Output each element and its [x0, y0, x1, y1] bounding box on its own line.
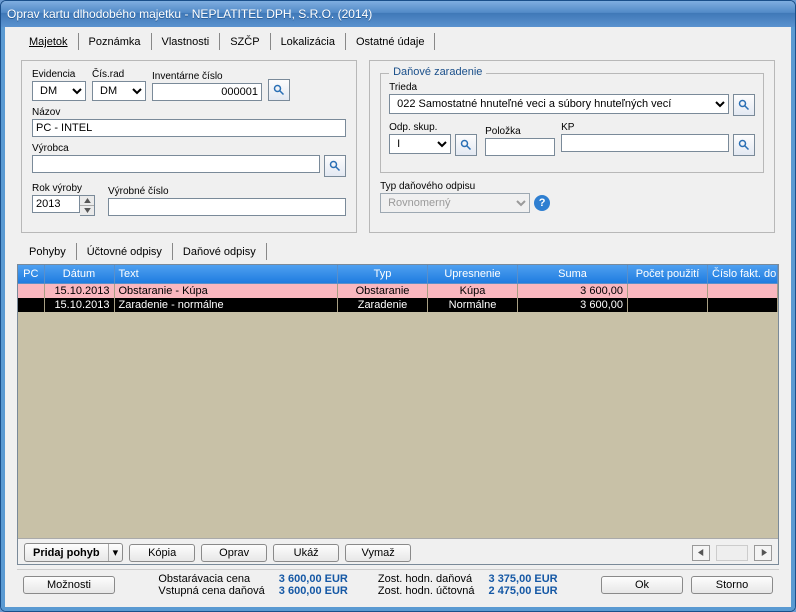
window-title: Oprav kartu dlhodobého majetku - NEPLATI… [7, 7, 372, 21]
input-inventarne[interactable] [152, 83, 262, 101]
value-zostuct: 2 475,00 EUR [489, 585, 558, 597]
label-typodpisu: Typ daňového odpisu [380, 181, 550, 192]
lookup-inventarne[interactable] [268, 79, 290, 101]
col-typ[interactable]: Typ [338, 265, 428, 284]
scroll-left-button[interactable] [692, 545, 710, 561]
button-ok[interactable]: Ok [601, 576, 683, 594]
lookup-odpskup[interactable] [455, 134, 477, 156]
tab-uctovne-odpisy[interactable]: Účtovné odpisy [77, 243, 173, 260]
spinner-rokvyroby[interactable] [80, 195, 95, 216]
button-ukaz[interactable]: Ukáž [273, 544, 339, 562]
tab-poznamka[interactable]: Poznámka [79, 33, 152, 50]
label-evidencia: Evidencia [32, 69, 86, 80]
select-evidencia[interactable]: DM [32, 81, 86, 101]
grid: PC Dátum Text Typ Upresnenie Suma Počet … [17, 264, 779, 565]
help-icon[interactable]: ? [534, 195, 550, 211]
top-panels: Evidencia DM Čís.rad DM Inventárne číslo [17, 54, 779, 241]
titlebar: Oprav kartu dlhodobého majetku - NEPLATI… [1, 1, 795, 27]
tab-pohyby[interactable]: Pohyby [19, 243, 77, 260]
scroll-track[interactable] [716, 545, 748, 561]
chevron-up-icon[interactable] [80, 196, 94, 206]
label-vstupna: Vstupná cena daňová [158, 585, 264, 597]
input-nazov[interactable] [32, 119, 346, 137]
label-zostuct: Zost. hodn. účtovná [378, 585, 475, 597]
label-polozka: Položka [485, 126, 555, 137]
label-odpskup: Odp. skup. [389, 122, 479, 133]
chevron-down-icon[interactable] [80, 206, 94, 215]
client-area: Majetok Poznámka Vlastnosti SZČP Lokaliz… [1, 27, 795, 611]
select-typodpisu: Rovnomerný [380, 193, 530, 213]
button-pridaj-pohyb[interactable]: Pridaj pohyb ▾ [24, 543, 123, 562]
search-icon [738, 99, 750, 111]
search-icon [273, 84, 285, 96]
tab-danove-odpisy[interactable]: Daňové odpisy [173, 243, 267, 260]
grid-empty-area [18, 312, 778, 538]
col-text[interactable]: Text [114, 265, 338, 284]
lookup-kp[interactable] [733, 134, 755, 156]
col-pc[interactable]: PC [18, 265, 44, 284]
label-inventarne: Inventárne číslo [152, 71, 262, 82]
input-polozka[interactable] [485, 138, 555, 156]
label-kp: KP [561, 122, 755, 133]
tab-majetok[interactable]: Majetok [19, 33, 79, 50]
button-storno[interactable]: Storno [691, 576, 773, 594]
button-kopia[interactable]: Kópia [129, 544, 195, 562]
table-row[interactable]: 15.10.2013 Obstaranie - Kúpa Obstaranie … [18, 284, 778, 299]
label-nazov: Názov [32, 107, 346, 118]
panel-right: Daňové zaradenie Trieda 022 Samostatné h… [369, 60, 775, 233]
grid-table[interactable]: PC Dátum Text Typ Upresnenie Suma Počet … [18, 265, 778, 312]
lookup-trieda[interactable] [733, 94, 755, 116]
lookup-vyrobca[interactable] [324, 155, 346, 177]
search-icon [329, 160, 341, 172]
label-zostdan: Zost. hodn. daňová [378, 573, 475, 585]
col-fakt[interactable]: Číslo fakt. dokladu [708, 265, 778, 284]
label-vyrobca: Výrobca [32, 143, 346, 154]
legend-danove: Daňové zaradenie [389, 66, 486, 78]
select-trieda[interactable]: 022 Samostatné hnuteľné veci a súbory hn… [389, 94, 729, 114]
label-cisrad: Čís.rad [92, 69, 146, 80]
select-odpskup[interactable]: I [389, 134, 451, 154]
value-zostdan: 3 375,00 EUR [489, 573, 558, 585]
fieldset-danove-zaradenie: Daňové zaradenie Trieda 022 Samostatné h… [380, 73, 764, 173]
search-icon [460, 139, 472, 151]
col-upresnenie[interactable]: Upresnenie [428, 265, 518, 284]
label-vyrobnecislo: Výrobné číslo [108, 186, 346, 197]
input-kp[interactable] [561, 134, 729, 152]
summary: Obstarávacia cena 3 600,00 EUR Vstupná c… [125, 573, 591, 597]
col-pocet[interactable]: Počet použití [628, 265, 708, 284]
search-icon [738, 139, 750, 151]
tab-lokalizacia[interactable]: Lokalizácia [271, 33, 346, 50]
select-cisrad[interactable]: DM [92, 81, 146, 101]
tabstrip-middle: Pohyby Účtovné odpisy Daňové odpisy [17, 243, 779, 260]
tab-vlastnosti[interactable]: Vlastnosti [152, 33, 221, 50]
label-obstaravacia: Obstarávacia cena [158, 573, 264, 585]
panel-left: Evidencia DM Čís.rad DM Inventárne číslo [21, 60, 357, 233]
label-rokvyroby: Rok výroby [32, 183, 102, 194]
input-vyrobnecislo[interactable] [108, 198, 346, 216]
input-vyrobca[interactable] [32, 155, 320, 173]
button-oprav[interactable]: Oprav [201, 544, 267, 562]
tab-ostatne[interactable]: Ostatné údaje [346, 33, 436, 50]
button-moznosti[interactable]: Možnosti [23, 576, 115, 594]
tab-szcp[interactable]: SZČP [220, 33, 270, 50]
input-rokvyroby[interactable] [32, 195, 80, 213]
col-suma[interactable]: Suma [518, 265, 628, 284]
grid-toolbar: Pridaj pohyb ▾ Kópia Oprav Ukáž Vymaž [18, 538, 778, 564]
label-trieda: Trieda [389, 82, 755, 93]
value-obstaravacia: 3 600,00 EUR [279, 573, 348, 585]
window: Oprav kartu dlhodobého majetku - NEPLATI… [0, 0, 796, 612]
chevron-down-icon[interactable]: ▾ [108, 544, 123, 561]
value-vstupna: 3 600,00 EUR [279, 585, 348, 597]
col-datum[interactable]: Dátum [44, 265, 114, 284]
grid-header-row: PC Dátum Text Typ Upresnenie Suma Počet … [18, 265, 778, 284]
table-row[interactable]: 15.10.2013 Zaradenie - normálne Zaradeni… [18, 298, 778, 312]
tabstrip-top: Majetok Poznámka Vlastnosti SZČP Lokaliz… [17, 33, 779, 50]
button-vymaz[interactable]: Vymaž [345, 544, 411, 562]
bottom-bar: Možnosti Obstarávacia cena 3 600,00 EUR … [17, 569, 779, 599]
scroll-right-button[interactable] [754, 545, 772, 561]
